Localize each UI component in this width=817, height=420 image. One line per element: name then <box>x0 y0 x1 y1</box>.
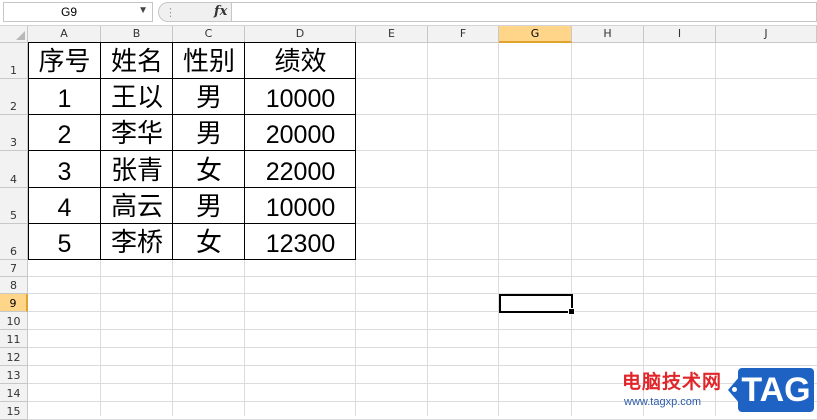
row-header-4[interactable]: 4 <box>0 151 28 188</box>
table-cell[interactable]: 2 <box>28 115 101 151</box>
table-cell[interactable]: 5 <box>28 224 101 260</box>
column-header-e[interactable]: E <box>356 26 428 43</box>
row-number: 14 <box>6 387 21 400</box>
row-header-2[interactable]: 2 <box>0 79 28 115</box>
select-all-triangle-icon <box>16 31 25 40</box>
row-header-12[interactable]: 12 <box>0 348 28 366</box>
row-number: 3 <box>10 136 17 149</box>
watermark-url: www.tagxp.com <box>624 396 702 408</box>
gridline <box>28 347 817 348</box>
table-cell[interactable]: 12300 <box>245 224 356 260</box>
table-cell[interactable]: 10000 <box>245 188 356 224</box>
table-cell[interactable]: 男 <box>173 188 245 224</box>
row-header-1[interactable]: 1 <box>0 43 28 79</box>
gridline <box>427 43 428 416</box>
table-cell[interactable]: 李桥 <box>101 224 173 260</box>
separator-dots-icon: ⋮ <box>165 7 176 19</box>
table-cell[interactable]: 10000 <box>245 79 356 115</box>
row-number: 9 <box>9 297 17 310</box>
column-header-j[interactable]: J <box>716 26 817 43</box>
table-border <box>28 223 356 224</box>
row-number: 6 <box>10 245 17 258</box>
gridline <box>28 293 817 294</box>
column-header-f[interactable]: F <box>428 26 499 43</box>
table-cell[interactable]: 女 <box>173 151 245 188</box>
row-number: 5 <box>10 209 17 222</box>
row-number: 12 <box>6 351 21 364</box>
table-border <box>28 259 356 260</box>
table-border <box>100 43 101 260</box>
gridline <box>28 311 817 312</box>
row-header-11[interactable]: 11 <box>0 330 28 348</box>
table-header-cell[interactable]: 绩效 <box>245 43 356 79</box>
table-cell[interactable]: 高云 <box>101 188 173 224</box>
row-header-6[interactable]: 6 <box>0 224 28 260</box>
fill-handle[interactable] <box>568 308 575 315</box>
row-number: 15 <box>6 405 21 418</box>
row-header-13[interactable]: 13 <box>0 366 28 384</box>
row-number: 13 <box>6 369 21 382</box>
table-cell[interactable]: 女 <box>173 224 245 260</box>
table-border <box>28 78 356 79</box>
table-cell[interactable]: 20000 <box>245 115 356 151</box>
name-box-value: G9 <box>61 5 78 19</box>
row-header-14[interactable]: 14 <box>0 384 28 402</box>
row-number: 2 <box>10 100 17 113</box>
name-box[interactable]: G9 ▼ <box>3 2 153 22</box>
watermark-site-name: 电脑技术网 <box>622 371 723 393</box>
formula-bar: G9 ▼ ⋮ fx <box>0 0 817 26</box>
table-cell[interactable]: 男 <box>173 79 245 115</box>
gridline <box>643 43 644 416</box>
table-header-cell[interactable]: 序号 <box>28 43 101 79</box>
row-header-7[interactable]: 7 <box>0 260 28 277</box>
tag-hole <box>732 387 737 392</box>
row-header-10[interactable]: 10 <box>0 312 28 330</box>
table-border <box>28 42 356 43</box>
insert-function-button[interactable]: fx <box>214 4 227 19</box>
active-cell-g9[interactable] <box>499 294 575 315</box>
select-all-button[interactable] <box>0 26 28 43</box>
row-header-15[interactable]: 15 <box>0 402 28 420</box>
table-cell[interactable]: 4 <box>28 188 101 224</box>
row-header-3[interactable]: 3 <box>0 115 28 151</box>
row-number: 1 <box>10 64 17 77</box>
table-header-cell[interactable]: 性别 <box>173 43 245 79</box>
row-number: 4 <box>10 173 17 186</box>
table-border <box>28 43 29 260</box>
row-number: 10 <box>6 315 21 328</box>
table-header-cell[interactable]: 姓名 <box>101 43 173 79</box>
column-header-g[interactable]: G <box>499 26 572 43</box>
gridline <box>498 43 499 416</box>
formula-input[interactable] <box>232 2 817 22</box>
gridline <box>715 43 716 416</box>
table-cell[interactable]: 22000 <box>245 151 356 188</box>
table-cell[interactable]: 李华 <box>101 115 173 151</box>
gridline <box>28 329 817 330</box>
row-header-8[interactable]: 8 <box>0 277 28 294</box>
column-header-h[interactable]: H <box>572 26 644 43</box>
table-cell[interactable]: 王以 <box>101 79 173 115</box>
watermark-logo: 电脑技术网 www.tagxp.com TAG <box>618 366 817 416</box>
table-border <box>28 114 356 115</box>
table-border <box>172 43 173 260</box>
table-cell[interactable]: 张青 <box>101 151 173 188</box>
row-number: 7 <box>10 262 17 275</box>
row-number: 8 <box>10 279 17 292</box>
table-cell[interactable]: 男 <box>173 115 245 151</box>
gridline <box>28 276 817 277</box>
table-cell[interactable]: 3 <box>28 151 101 188</box>
formula-controls: ⋮ fx <box>158 2 232 22</box>
table-border <box>28 150 356 151</box>
table-border <box>355 43 356 260</box>
name-box-dropdown-icon[interactable]: ▼ <box>138 5 148 16</box>
row-number: 11 <box>6 333 21 346</box>
row-header-5[interactable]: 5 <box>0 188 28 224</box>
watermark-tag: TAG <box>738 368 814 412</box>
row-header-9[interactable]: 9 <box>0 294 28 312</box>
table-cell[interactable]: 1 <box>28 79 101 115</box>
table-border <box>28 187 356 188</box>
table-border <box>244 43 245 260</box>
gridline <box>571 43 572 416</box>
column-header-i[interactable]: I <box>644 26 716 43</box>
